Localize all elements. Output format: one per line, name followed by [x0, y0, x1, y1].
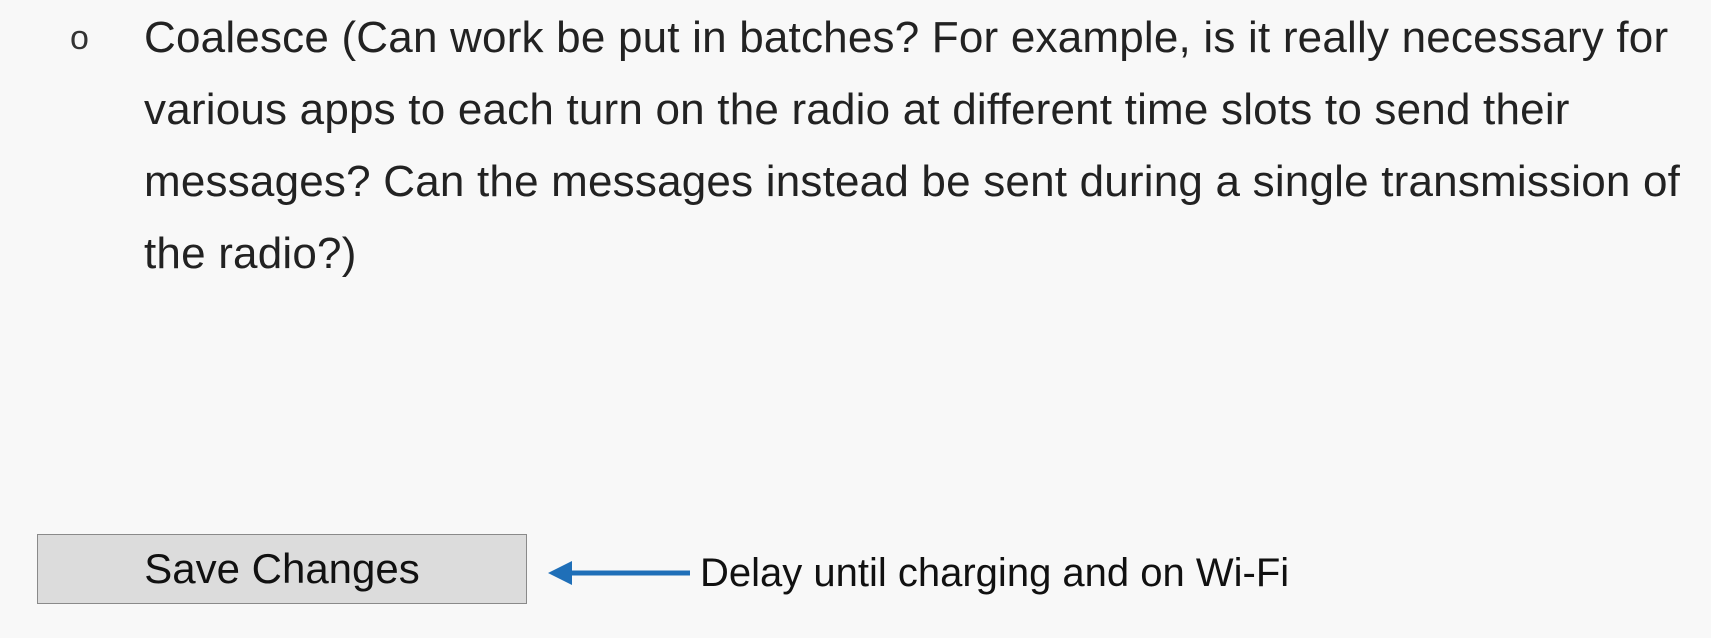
bullet-text: Coalesce (Can work be put in batches? Fo…	[144, 13, 1681, 278]
slide: o Coalesce (Can work be put in batches? …	[0, 0, 1711, 638]
callout-text: Delay until charging and on Wi-Fi	[700, 551, 1290, 595]
arrow-head	[548, 561, 572, 585]
save-changes-button-label: Save Changes	[144, 545, 420, 592]
left-arrow-icon	[548, 561, 690, 585]
save-changes-button[interactable]: Save Changes	[37, 534, 527, 604]
bullet-marker: o	[70, 19, 89, 57]
